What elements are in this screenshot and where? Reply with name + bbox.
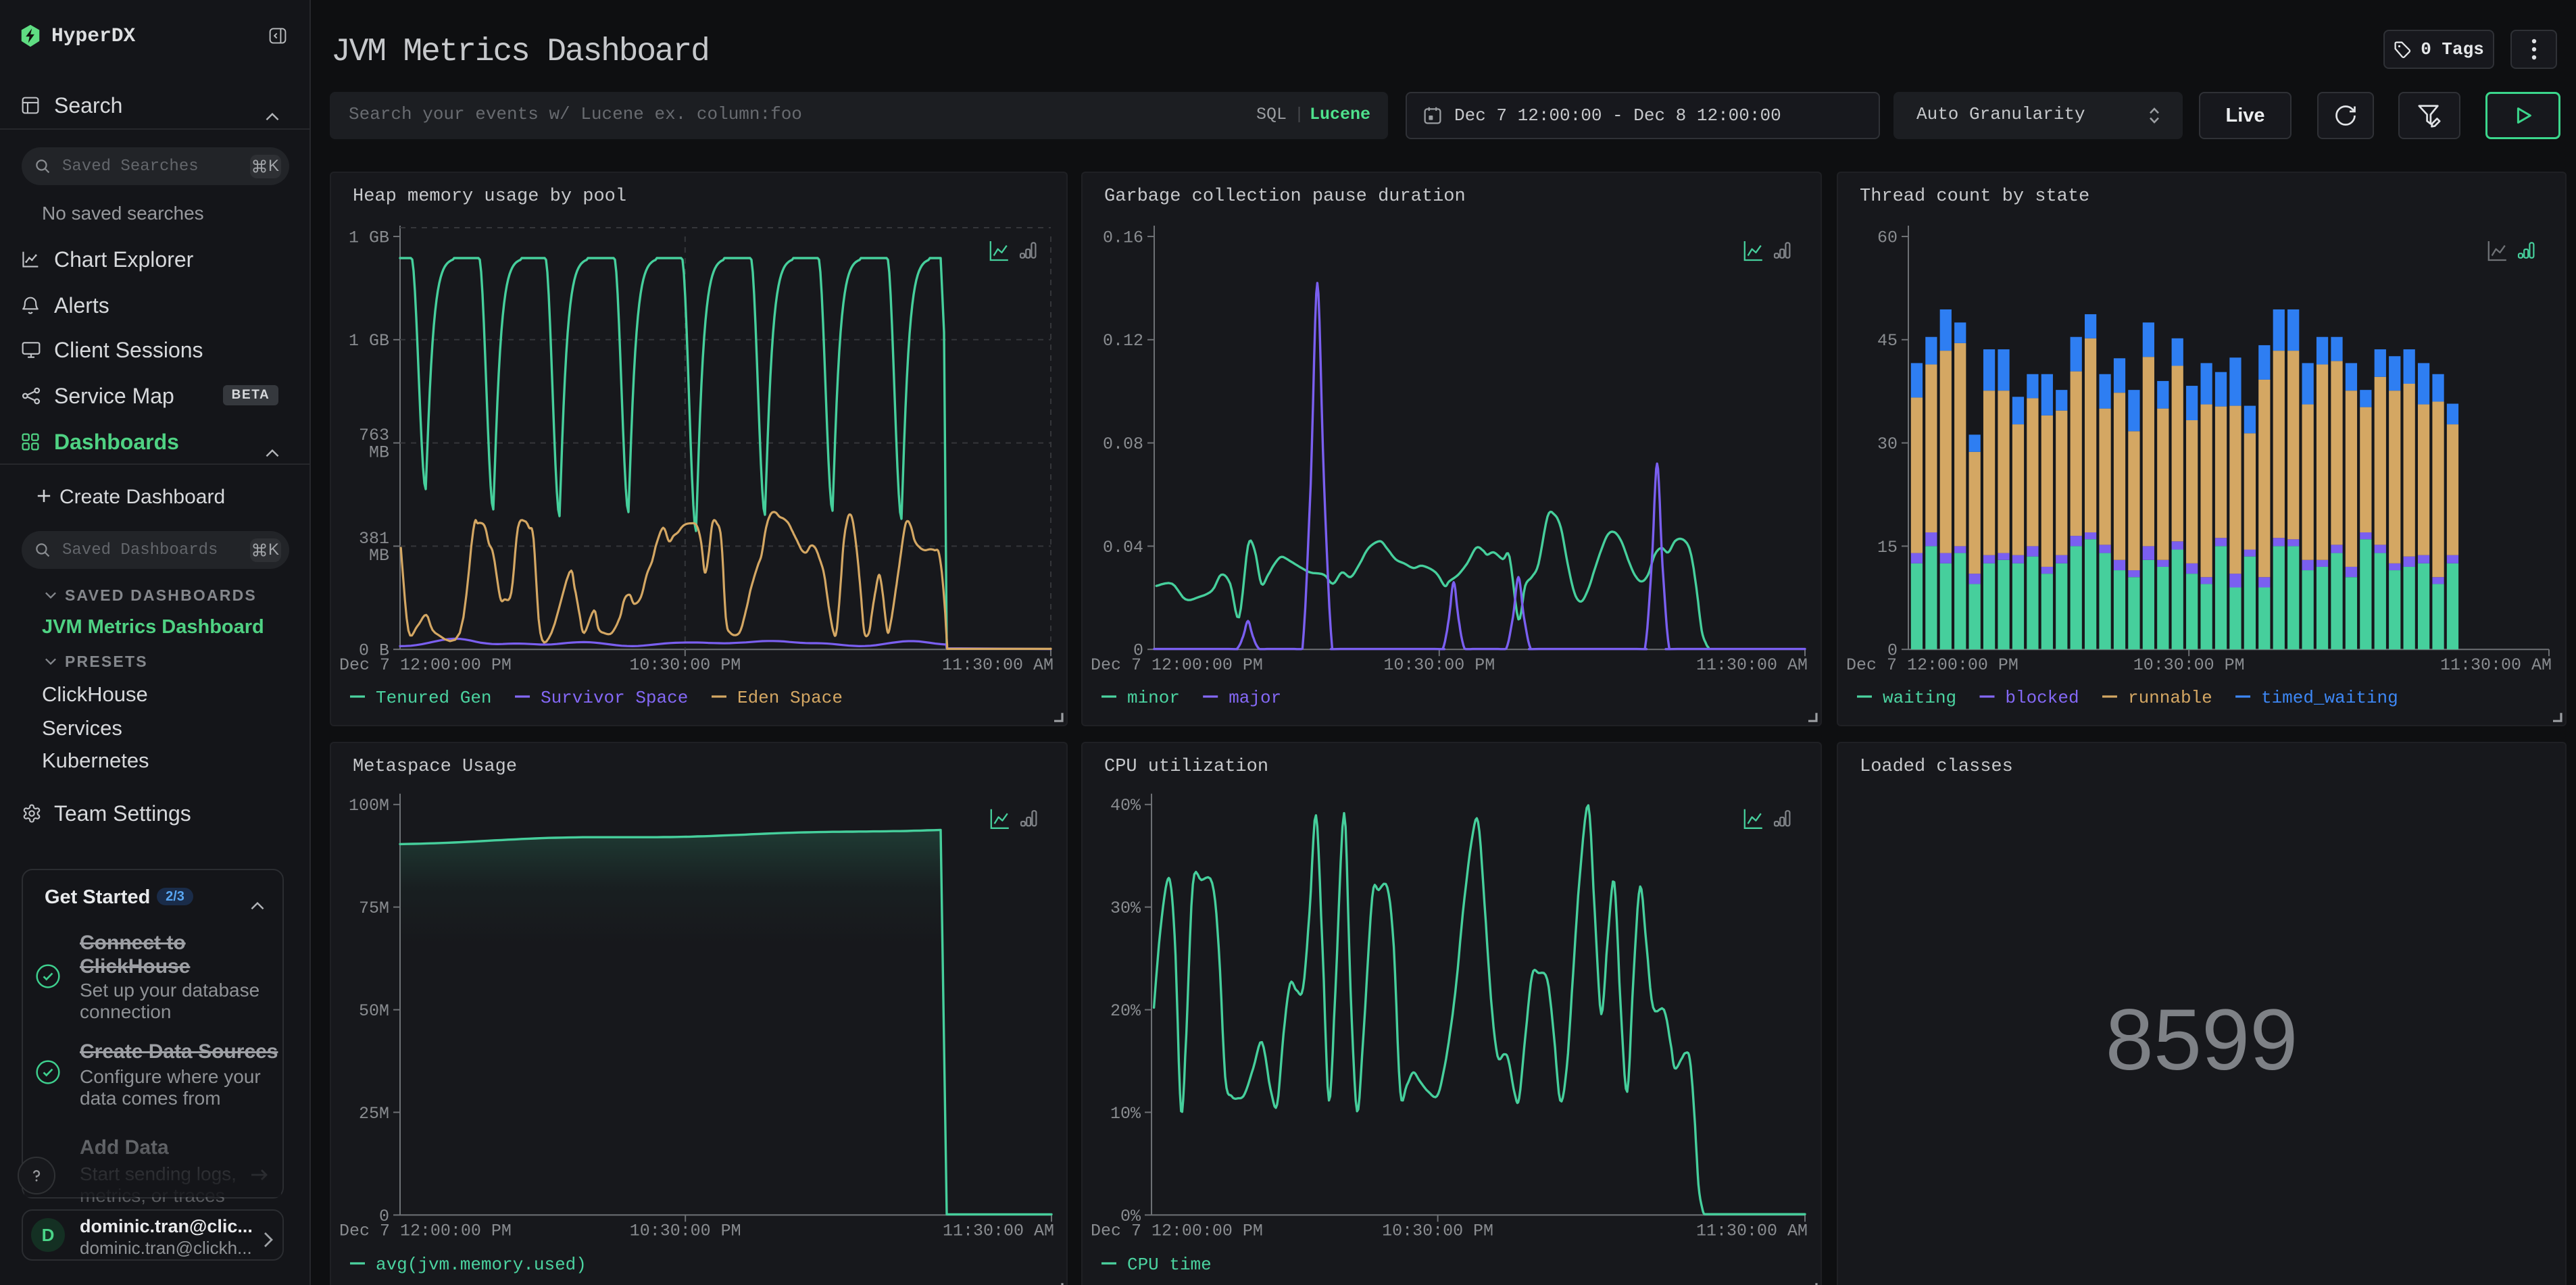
- svg-text:10:30:00 PM: 10:30:00 PM: [2133, 655, 2245, 675]
- svg-text:0.04: 0.04: [1103, 538, 1143, 557]
- svg-text:0.08: 0.08: [1103, 434, 1143, 454]
- svg-text:40%: 40%: [1110, 796, 1141, 815]
- svg-text:25M: 25M: [359, 1104, 389, 1124]
- svg-text:11:30:00 AM: 11:30:00 AM: [943, 1221, 1054, 1240]
- svg-text:10:30:00 PM: 10:30:00 PM: [629, 655, 741, 675]
- svg-text:11:30:00 AM: 11:30:00 AM: [2440, 655, 2552, 675]
- svg-text:10:30:00 PM: 10:30:00 PM: [1383, 655, 1495, 675]
- svg-text:timed_waiting: timed_waiting: [2261, 688, 2398, 708]
- svg-text:major: major: [1229, 688, 1281, 708]
- svg-text:Dec 7 12:00:00 PM: Dec 7 12:00:00 PM: [339, 1221, 512, 1240]
- svg-text:10%: 10%: [1110, 1104, 1141, 1124]
- svg-text:MB: MB: [369, 546, 389, 565]
- svg-text:waiting: waiting: [1883, 688, 1956, 708]
- svg-text:100M: 100M: [349, 796, 389, 815]
- svg-text:1 GB: 1 GB: [349, 228, 389, 247]
- svg-text:CPU time: CPU time: [1127, 1255, 1212, 1275]
- svg-text:50M: 50M: [359, 1001, 389, 1021]
- svg-text:Dec 7 12:00:00 PM: Dec 7 12:00:00 PM: [1091, 655, 1263, 675]
- svg-text:10:30:00 PM: 10:30:00 PM: [1382, 1221, 1493, 1240]
- svg-text:15: 15: [1877, 538, 1898, 557]
- svg-text:30%: 30%: [1110, 899, 1141, 918]
- svg-text:0.16: 0.16: [1103, 228, 1143, 247]
- svg-text:30: 30: [1877, 434, 1898, 454]
- svg-text:11:30:00 AM: 11:30:00 AM: [942, 655, 1054, 675]
- svg-text:20%: 20%: [1110, 1001, 1141, 1021]
- svg-text:1 GB: 1 GB: [349, 331, 389, 351]
- svg-text:Tenured Gen: Tenured Gen: [376, 688, 492, 708]
- svg-text:11:30:00 AM: 11:30:00 AM: [1696, 1221, 1808, 1240]
- svg-text:Eden Space: Eden Space: [737, 688, 843, 708]
- svg-text:avg(jvm.memory.used): avg(jvm.memory.used): [376, 1255, 587, 1275]
- svg-text:Dec 7 12:00:00 PM: Dec 7 12:00:00 PM: [339, 655, 512, 675]
- svg-text:0.12: 0.12: [1103, 331, 1143, 351]
- svg-text:Dec 7 12:00:00 PM: Dec 7 12:00:00 PM: [1846, 655, 2018, 675]
- svg-text:Dec 7 12:00:00 PM: Dec 7 12:00:00 PM: [1091, 1221, 1263, 1240]
- svg-text:60: 60: [1877, 228, 1898, 247]
- svg-text:11:30:00 AM: 11:30:00 AM: [1696, 655, 1808, 675]
- svg-text:blocked: blocked: [2005, 688, 2079, 708]
- svg-text:minor: minor: [1127, 688, 1180, 708]
- svg-text:runnable: runnable: [2128, 688, 2212, 708]
- svg-text:Survivor Space: Survivor Space: [541, 688, 688, 708]
- svg-text:MB: MB: [369, 443, 389, 462]
- svg-text:10:30:00 PM: 10:30:00 PM: [630, 1221, 741, 1240]
- svg-text:75M: 75M: [359, 899, 389, 918]
- svg-text:45: 45: [1877, 331, 1898, 351]
